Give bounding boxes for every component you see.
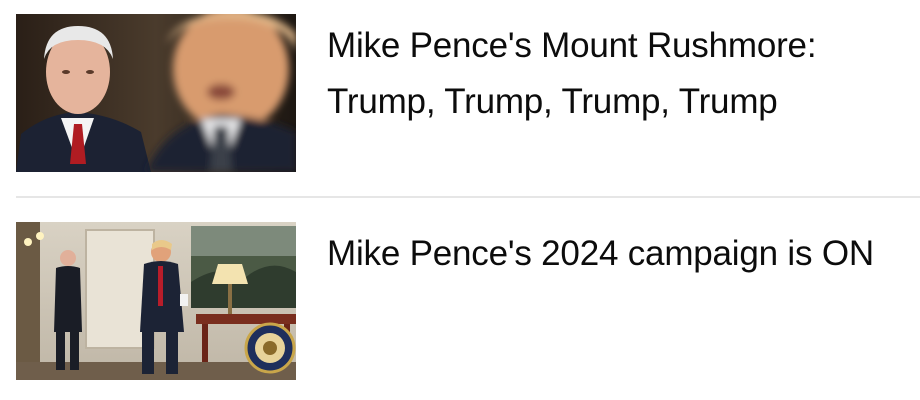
article-headline[interactable]: Mike Pence's 2024 campaign is ON bbox=[327, 226, 917, 282]
divider bbox=[16, 196, 920, 198]
thumbnail-image-pence-trump bbox=[16, 14, 296, 172]
article-thumbnail[interactable] bbox=[16, 14, 296, 172]
article-headline[interactable]: Mike Pence's Mount Rushmore: Trump, Trum… bbox=[327, 18, 917, 130]
thumbnail-image-pence-trump-walking bbox=[16, 222, 296, 380]
article-card[interactable]: Mike Pence's Mount Rushmore: Trump, Trum… bbox=[16, 14, 920, 172]
article-thumbnail[interactable] bbox=[16, 222, 296, 380]
article-list: Mike Pence's Mount Rushmore: Trump, Trum… bbox=[0, 0, 920, 400]
article-card[interactable]: Mike Pence's 2024 campaign is ON bbox=[16, 222, 920, 380]
